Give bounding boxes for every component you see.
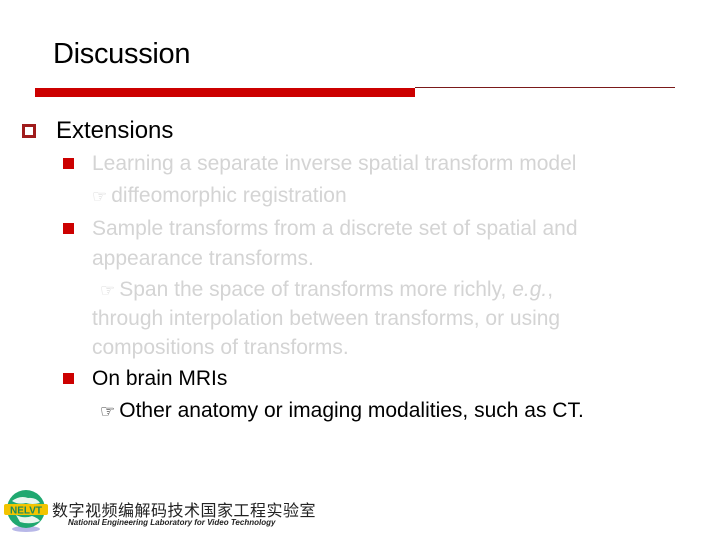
item-2-text-line1: Sample transforms from a discrete set of…: [92, 217, 578, 240]
section-label: Extensions: [56, 117, 174, 144]
logo-text: NELVT: [10, 506, 42, 517]
title-underline-thin: [415, 87, 675, 88]
slide-title: Discussion: [53, 38, 191, 70]
pointing-hand-icon: ☞: [100, 281, 116, 300]
square-bullet-icon: [63, 158, 74, 169]
nelvt-logo-icon: NELVT: [4, 490, 48, 532]
item-2-sub-line2: through interpolation between transforms…: [92, 307, 561, 330]
item-2-sub-line3: compositions of transforms.: [92, 336, 349, 359]
pointing-hand-icon: ☞: [100, 402, 116, 421]
item-3-sub: ☞ Other anatomy or imaging modalities, su…: [100, 399, 584, 423]
hollow-square-bullet-icon: [22, 124, 36, 138]
item-1-sub: ☞ diffeomorphic registration: [92, 184, 347, 208]
org-name-english: National Engineering Laboratory for Vide…: [68, 518, 276, 527]
item-2-sub-line1: ☞ Span the space of transforms more richl…: [100, 278, 554, 301]
item-2-text-line2: appearance transforms.: [92, 247, 314, 270]
pointing-hand-icon: ☞: [92, 187, 108, 206]
square-bullet-icon: [63, 223, 74, 234]
item-1-text: Learning a separate inverse spatial tran…: [92, 152, 577, 175]
item-3-sub-text: Other anatomy or imaging modalities, suc…: [119, 399, 584, 422]
item-1-sub-text: diffeomorphic registration: [111, 184, 347, 207]
square-bullet-icon: [63, 373, 74, 384]
item-3-text: On brain MRIs: [92, 367, 228, 390]
title-underline-thick: [35, 88, 415, 97]
section-heading: Extensions: [22, 117, 173, 145]
